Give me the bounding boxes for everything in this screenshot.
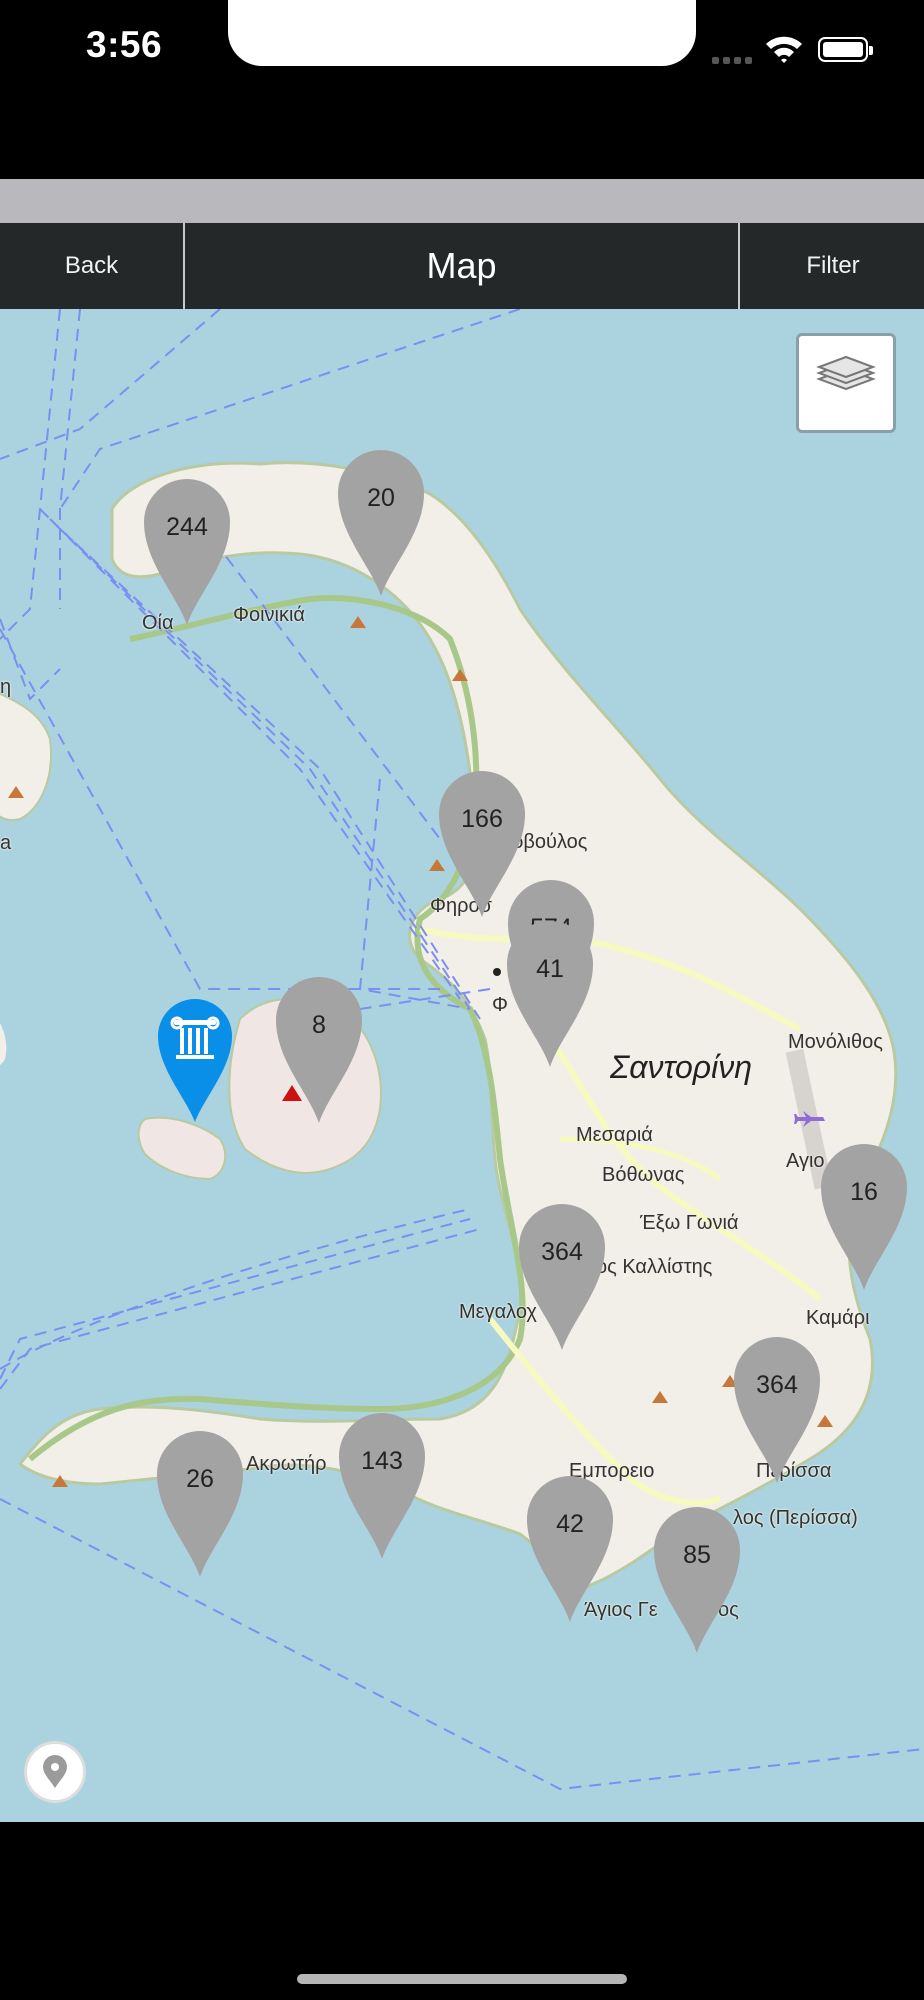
- back-button[interactable]: Back: [0, 223, 185, 309]
- cluster-count: 8: [312, 1011, 326, 1039]
- label-exo-gonia: Έξω Γωνιά: [640, 1212, 739, 1234]
- cluster-count: 42: [556, 1510, 584, 1538]
- cluster-marker[interactable]: 244: [142, 477, 232, 627]
- filter-button[interactable]: Filter: [738, 223, 924, 309]
- cluster-count: 364: [756, 1371, 798, 1399]
- cluster-marker[interactable]: 26: [155, 1429, 245, 1579]
- cluster-count: 16: [850, 1178, 878, 1206]
- label-vothonas: Βόθωνας: [602, 1164, 685, 1186]
- label-akrotiri: Ακρωτήρ: [246, 1453, 327, 1475]
- location-pin-icon: [43, 1755, 67, 1788]
- label-left-edge-1: η: [0, 676, 12, 698]
- status-time: 3:56: [86, 24, 163, 65]
- header-divider-strip: [0, 179, 924, 223]
- battery-icon: [818, 37, 873, 62]
- cluster-marker[interactable]: 364: [517, 1202, 607, 1352]
- cluster-marker[interactable]: 364: [732, 1335, 822, 1485]
- label-monolithos: Μονόλιθος: [788, 1031, 883, 1053]
- cluster-marker[interactable]: 42: [525, 1474, 615, 1624]
- cluster-count: 143: [361, 1447, 403, 1475]
- cluster-count: 85: [683, 1541, 711, 1569]
- page-title: Map: [426, 245, 497, 286]
- poi-marker[interactable]: [156, 998, 234, 1124]
- app-screen: 3:56 Back Map Filter Οία Φοινικιά ρβούλο…: [0, 0, 924, 2000]
- status-bar: 3:56: [0, 0, 924, 70]
- cluster-count: 166: [461, 805, 503, 833]
- cellular-signal-icon: [712, 52, 756, 64]
- cluster-count: 26: [186, 1465, 214, 1493]
- label-finikia: Φοινικιά: [233, 604, 305, 626]
- label-kamari: Καμάρι: [806, 1307, 870, 1329]
- map-base-layer: [0, 309, 924, 1791]
- cluster-marker[interactable]: 85: [652, 1505, 742, 1655]
- cluster-marker[interactable]: 143: [337, 1411, 427, 1561]
- island-palea-kameni: [137, 1116, 227, 1181]
- cluster-count: 244: [166, 513, 208, 541]
- label-kallisti: ος Καλλίστης: [596, 1256, 713, 1278]
- cluster-marker[interactable]: 16: [819, 1142, 909, 1292]
- label-left-edge-2: a: [0, 832, 12, 854]
- layers-icon: [816, 355, 876, 391]
- label-santorini: Σαντορίνη: [610, 1049, 752, 1085]
- wifi-icon: [764, 32, 804, 66]
- port-dot: [493, 968, 501, 976]
- cluster-count: 41: [536, 955, 564, 983]
- navigation-bar: Back Map Filter: [0, 223, 924, 309]
- cluster-count: 364: [541, 1238, 583, 1266]
- notch: [228, 0, 696, 66]
- cluster-count: 20: [367, 484, 395, 512]
- layers-button[interactable]: [796, 333, 896, 433]
- home-indicator[interactable]: [297, 1974, 627, 1984]
- label-mesaria: Μεσαριά: [576, 1124, 653, 1146]
- map-view[interactable]: Οία Φοινικιά ρβούλος Φηροσ Φ Σαντορίνη Μ…: [0, 309, 924, 1822]
- cluster-marker[interactable]: 41: [505, 919, 595, 1069]
- cluster-marker[interactable]: 8: [274, 975, 364, 1125]
- label-perivolos: λος (Περίσσα): [733, 1507, 858, 1529]
- cluster-marker[interactable]: 20: [336, 448, 426, 598]
- island-west-small: [0, 1023, 7, 1065]
- locate-me-button[interactable]: [24, 1741, 86, 1803]
